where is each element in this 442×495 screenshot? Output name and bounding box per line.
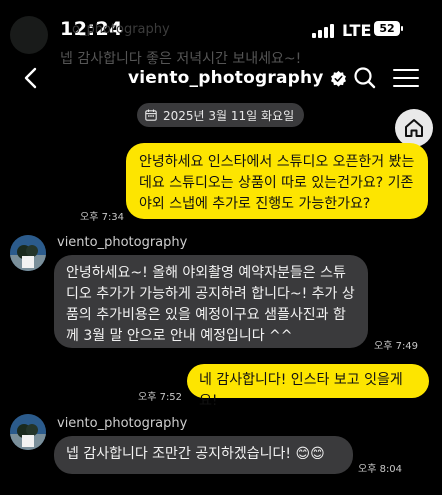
signal-icon — [312, 24, 334, 38]
network-label: LTE — [342, 21, 372, 40]
notification-avatar — [10, 16, 48, 54]
avatar[interactable] — [10, 235, 46, 271]
calendar-icon — [145, 109, 157, 121]
search-button[interactable] — [351, 64, 379, 92]
verified-badge-icon — [330, 70, 346, 87]
date-label: 2025년 3월 11일 화요일 — [163, 108, 295, 123]
back-arrow-icon — [24, 67, 37, 89]
back-button[interactable] — [14, 62, 46, 94]
notification-preview: 넵 감사합니다 좋은 저녁시간 보내세요~! — [60, 51, 302, 67]
message-bubble-received[interactable]: 안녕하세요~! 올해 야외촬영 예약자분들은 스튜디오 추가가 가능하게 공지하… — [54, 255, 368, 348]
date-separator: 2025년 3월 11일 화요일 — [137, 103, 305, 127]
avatar[interactable] — [10, 414, 46, 450]
chat-title-text: viento_photography — [128, 68, 324, 88]
message-time: 오후 8:04 — [358, 464, 403, 475]
message-bubble-sent[interactable]: 네 감사합니다! 인스타 보고 잇을게요! — [187, 364, 429, 409]
battery-icon: 52 — [374, 21, 400, 36]
search-icon — [354, 67, 376, 89]
battery-tip — [401, 26, 403, 31]
profile-photo — [10, 414, 46, 450]
chat-title[interactable]: viento_photography — [128, 68, 347, 88]
menu-icon-line — [393, 85, 419, 87]
sender-name: viento_photography — [57, 235, 188, 250]
home-icon — [405, 119, 423, 137]
sender-name: viento_photography — [57, 416, 188, 431]
profile-photo — [10, 235, 46, 271]
home-button[interactable] — [395, 109, 433, 147]
message-time: 오후 7:49 — [374, 341, 419, 352]
menu-button[interactable] — [393, 66, 419, 90]
message-time: 오후 7:52 — [138, 392, 183, 403]
message-bubble-received[interactable]: 넵 감사합니다 조만간 공지하겠습니다! 😊😊 — [54, 436, 353, 474]
message-time: 오후 7:34 — [80, 212, 125, 223]
menu-icon-line — [393, 77, 419, 79]
message-bubble-sent[interactable]: 안녕하세요 인스타에서 스튜디오 오픈한거 봤는데요 스튜디오는 상품이 따로 … — [126, 143, 428, 219]
menu-icon-line — [393, 69, 419, 71]
notification-sender: o_photography — [72, 22, 170, 37]
